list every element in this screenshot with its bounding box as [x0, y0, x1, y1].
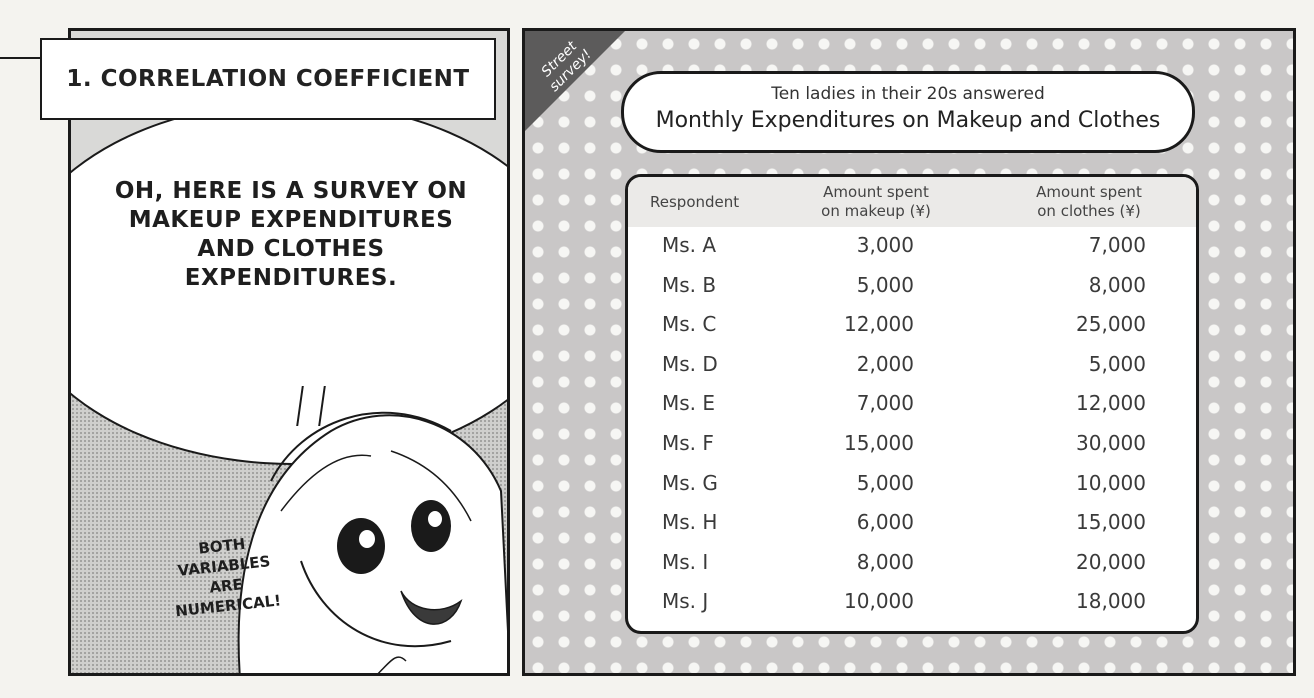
table-row: Ms. C 12,000 25,000 — [628, 306, 1196, 346]
cell-clothes: 15,000 — [1076, 510, 1146, 535]
cell-clothes: 7,000 — [1088, 233, 1146, 257]
table-row: Ms. H 6,000 15,000 — [628, 504, 1196, 544]
cell-makeup: 6,000 — [856, 510, 914, 535]
cell-clothes: 20,000 — [1076, 549, 1146, 574]
header-clothes-line: on clothes (¥) — [1037, 202, 1141, 220]
table-row: Ms. A 3,000 7,000 — [628, 227, 1196, 267]
comic-panel-left: OH, HERE IS A SURVEY ON MAKEUP EXPENDITU… — [68, 28, 510, 676]
speech-line: MAKEUP EXPENDITURES — [128, 207, 454, 233]
speech-line: OH, HERE IS A SURVEY ON — [114, 178, 468, 204]
table-row: Ms. J 10,000 18,000 — [628, 583, 1196, 623]
cell-respondent: Ms. C — [662, 312, 717, 337]
survey-subtitle: Ten ladies in their 20s answered — [771, 84, 1045, 104]
cell-respondent: Ms. G — [662, 470, 718, 495]
cell-makeup: 2,000 — [856, 351, 914, 376]
cell-makeup: 10,000 — [844, 589, 914, 614]
table-row: Ms. F 15,000 30,000 — [628, 425, 1196, 465]
cell-respondent: Ms. B — [662, 272, 717, 297]
cell-clothes: 18,000 — [1076, 589, 1146, 614]
header-makeup-line: on makeup (¥) — [821, 202, 931, 220]
table-row: Ms. I 8,000 20,000 — [628, 544, 1196, 584]
title-connector-line — [0, 57, 40, 59]
header-makeup: Amount spent on makeup (¥) — [806, 183, 946, 221]
survey-title: Monthly Expenditures on Makeup and Cloth… — [655, 108, 1161, 133]
header-clothes: Amount spent on clothes (¥) — [1014, 183, 1164, 221]
table-row: Ms. D 2,000 5,000 — [628, 346, 1196, 386]
cell-makeup: 5,000 — [856, 272, 914, 297]
cell-clothes: 5,000 — [1088, 351, 1146, 376]
cell-respondent: Ms. I — [662, 549, 709, 574]
cell-clothes: 12,000 — [1076, 391, 1146, 416]
speech-line: EXPENDITURES. — [184, 265, 398, 291]
table-row: Ms. B 5,000 8,000 — [628, 267, 1196, 307]
cell-respondent: Ms. D — [662, 351, 718, 376]
header-clothes-line: Amount spent — [1036, 183, 1142, 201]
cell-clothes: 30,000 — [1076, 430, 1146, 455]
survey-header: Ten ladies in their 20s answered Monthly… — [621, 71, 1195, 153]
cell-makeup: 8,000 — [856, 549, 914, 574]
header-makeup-line: Amount spent — [823, 183, 929, 201]
section-title: 1. CORRELATION COEFFICIENT — [40, 38, 496, 120]
cell-clothes: 25,000 — [1076, 312, 1146, 337]
cell-respondent: Ms. A — [662, 233, 717, 257]
cell-makeup: 5,000 — [856, 470, 914, 495]
cell-respondent: Ms. F — [662, 430, 714, 455]
cell-makeup: 12,000 — [844, 312, 914, 337]
cell-respondent: Ms. H — [662, 510, 718, 535]
header-respondent: Respondent — [650, 193, 740, 211]
speech-line: AND CLOTHES — [197, 236, 385, 262]
cell-makeup: 15,000 — [844, 430, 914, 455]
cell-respondent: Ms. E — [662, 391, 716, 416]
table-row: Ms. G 5,000 10,000 — [628, 465, 1196, 505]
cell-clothes: 8,000 — [1088, 272, 1146, 297]
survey-table: Respondent Amount spent on makeup (¥) Am… — [625, 174, 1199, 634]
side-note: BOTH VARIABLES ARE NUMERICAL! — [151, 529, 299, 623]
girl-illustration — [237, 411, 507, 673]
speech-text: OH, HERE IS A SURVEY ON MAKEUP EXPENDITU… — [111, 177, 471, 293]
table-row: Ms. E 7,000 12,000 — [628, 385, 1196, 425]
cell-clothes: 10,000 — [1076, 470, 1146, 495]
cell-respondent: Ms. J — [662, 589, 709, 614]
comic-panel-right: Street survey! Ten ladies in their 20s a… — [522, 28, 1296, 676]
table-header: Respondent Amount spent on makeup (¥) Am… — [628, 177, 1196, 227]
cell-makeup: 7,000 — [856, 391, 914, 416]
cell-makeup: 3,000 — [856, 233, 914, 257]
section-title-box: 1. CORRELATION COEFFICIENT — [0, 38, 497, 122]
